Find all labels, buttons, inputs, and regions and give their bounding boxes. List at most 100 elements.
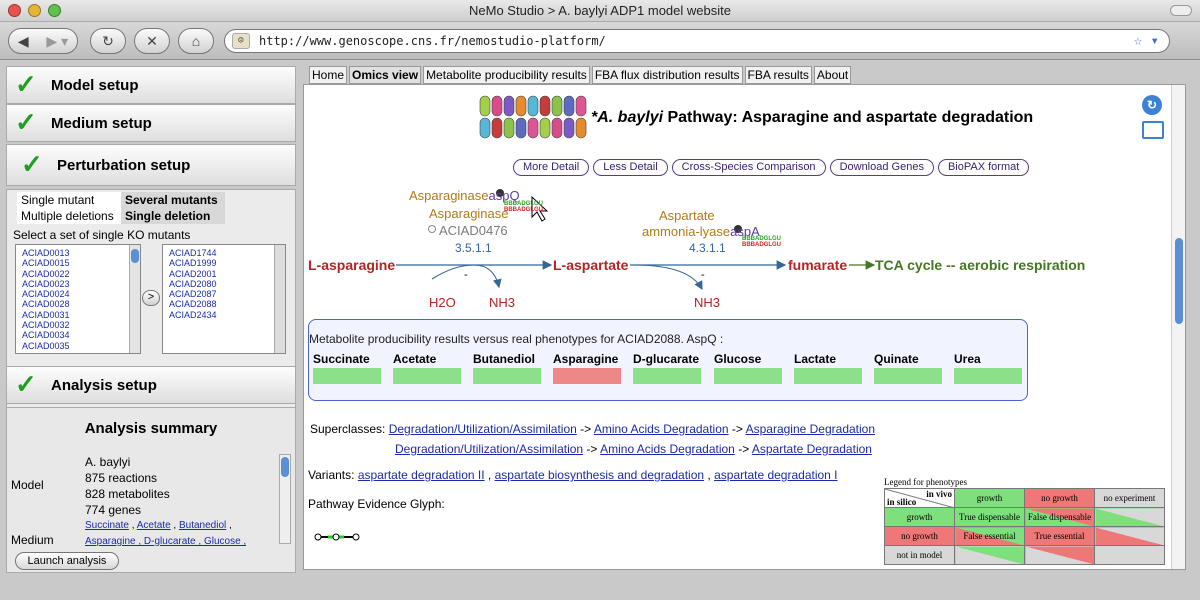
cross-species-button[interactable]: Cross-Species Comparison xyxy=(671,159,826,176)
close-window-button[interactable] xyxy=(8,4,21,17)
mutant-option[interactable]: ACIAD0032 xyxy=(22,320,140,330)
mutant-option[interactable]: ACIAD2088 xyxy=(169,299,285,309)
toolbar-toggle-button[interactable] xyxy=(1170,5,1192,16)
refresh-icon[interactable]: ↻ xyxy=(1142,95,1162,115)
superclass-link[interactable]: Asparagine Degradation xyxy=(746,422,875,436)
metabolite-status-bar[interactable] xyxy=(393,368,461,384)
reload-button[interactable]: ↻ xyxy=(90,28,126,54)
superclass-link[interactable]: Degradation/Utilization/Assimilation xyxy=(395,442,583,456)
bacterium-icon xyxy=(527,95,539,117)
mutant-option[interactable]: ACIAD0015 xyxy=(22,258,140,268)
superclass-link[interactable]: Amino Acids Degradation xyxy=(600,442,735,456)
tab-fba-results[interactable]: FBA results xyxy=(744,66,812,84)
mutant-option[interactable]: ACIAD0022 xyxy=(22,269,140,279)
tab-home[interactable]: Home xyxy=(309,66,348,84)
mutant-option[interactable]: ACIAD2434 xyxy=(169,310,285,320)
tab-fba-flux[interactable]: FBA flux distribution results xyxy=(591,66,743,84)
tab-metabolite-producibility[interactable]: Metabolite producibility results xyxy=(423,66,590,84)
mutant-option[interactable]: ACIAD0031 xyxy=(22,310,140,320)
mutant-option[interactable]: ACIAD0023 xyxy=(22,279,140,289)
bacterium-icon xyxy=(575,95,587,117)
variant-link[interactable]: aspartate degradation II xyxy=(358,468,485,482)
tab-single-mutant[interactable]: Single mutant xyxy=(17,192,121,208)
metabolite-status-bar[interactable] xyxy=(633,368,701,384)
back-arrow-icon[interactable]: ◀ xyxy=(18,33,29,50)
gene-aciad0476[interactable]: ACIAD0476 xyxy=(439,223,508,238)
metabolite-status-bar[interactable] xyxy=(954,368,1022,384)
metabolite-status-bar[interactable] xyxy=(794,368,862,384)
compound-l-asparagine[interactable]: L-asparagine xyxy=(308,257,395,273)
variant-link[interactable]: aspartate biosynthesis and degradation xyxy=(495,468,704,482)
compound-nh3[interactable]: NH3 xyxy=(694,295,720,310)
medium-link[interactable]: Succinate xyxy=(85,520,129,531)
metabolite-status-bar[interactable] xyxy=(473,368,541,384)
selected-mutants-list[interactable]: ACIAD1744 ACIAD1999 ACIAD2001 ACIAD2080 ACIA… xyxy=(162,244,286,354)
ec-number: 4.3.1.1 xyxy=(689,241,726,255)
summary-scroll-thumb[interactable] xyxy=(281,457,289,477)
model-setup-header[interactable]: ✓ Model setup xyxy=(6,66,296,104)
analysis-setup-header[interactable]: ✓ Analysis setup xyxy=(6,366,296,404)
list-scrollbar[interactable] xyxy=(129,245,140,353)
biopax-button[interactable]: BioPAX format xyxy=(937,159,1030,176)
superclass-link[interactable]: Aspartate Degradation xyxy=(752,442,872,456)
summary-scrollbar[interactable] xyxy=(279,454,291,544)
content-scrollbar[interactable] xyxy=(1171,85,1185,569)
compound-fumarate[interactable]: fumarate xyxy=(788,257,847,273)
windows-icon[interactable] xyxy=(1142,121,1164,139)
stop-button[interactable]: ✕ xyxy=(134,28,170,54)
bookmark-star-icon[interactable]: ☆ ▾ xyxy=(1134,30,1159,52)
compound-nh3[interactable]: NH3 xyxy=(489,295,515,310)
metabolite-status-bar[interactable] xyxy=(313,368,381,384)
medium-links-more[interactable]: Asparagine , D-glucarate , Glucose , xyxy=(85,536,246,546)
medium-link[interactable]: Acetate xyxy=(137,520,171,531)
mutant-option[interactable]: ACIAD2001 xyxy=(169,269,285,279)
mutant-option[interactable]: ACIAD2087 xyxy=(169,289,285,299)
mutant-option[interactable]: ACIAD1744 xyxy=(169,248,285,258)
metabolite-name: Butanediol xyxy=(473,352,535,366)
medium-link[interactable]: Butanediol xyxy=(179,520,226,531)
compound-l-aspartate[interactable]: L-aspartate xyxy=(553,257,628,273)
less-detail-button[interactable]: Less Detail xyxy=(593,159,668,176)
download-genes-button[interactable]: Download Genes xyxy=(829,159,934,176)
mutant-option[interactable]: ACIAD1999 xyxy=(169,258,285,268)
tab-single-deletion[interactable]: Single deletion xyxy=(121,208,225,224)
tab-omics-view[interactable]: Omics view xyxy=(349,66,422,84)
list-scrollbar[interactable] xyxy=(274,245,285,353)
home-icon: ⌂ xyxy=(191,33,201,49)
mutant-option[interactable]: ACIAD0034 xyxy=(22,330,140,340)
superclass-link[interactable]: Amino Acids Degradation xyxy=(594,422,729,436)
enzyme-asparaginase-2[interactable]: Asparaginase xyxy=(429,206,509,221)
metabolite-status-bar[interactable] xyxy=(714,368,782,384)
compound-h2o[interactable]: H2O xyxy=(429,295,456,310)
variant-link[interactable]: aspartate degradation I xyxy=(714,468,837,482)
launch-analysis-button[interactable]: Launch analysis xyxy=(15,552,119,570)
tab-several-mutants[interactable]: Several mutants xyxy=(121,192,225,208)
producibility-results-box: Metabolite producibility results versus … xyxy=(308,319,1028,401)
superclass-link[interactable]: Degradation/Utilization/Assimilation xyxy=(389,422,577,436)
pathway-link-tca[interactable]: TCA cycle -- aerobic respiration xyxy=(875,257,1085,273)
forward-arrow-icon[interactable]: ▶ ▾ xyxy=(46,33,68,50)
metabolite-status-bar[interactable] xyxy=(553,368,621,384)
move-right-button[interactable]: > xyxy=(142,290,160,306)
back-forward-buttons[interactable]: ◀ ▶ ▾ xyxy=(8,28,78,54)
medium-setup-header[interactable]: ✓ Medium setup xyxy=(6,104,296,142)
mutant-option[interactable]: ACIAD0028 xyxy=(22,299,140,309)
more-detail-button[interactable]: More Detail xyxy=(513,159,590,176)
mutant-option[interactable]: ACIAD2080 xyxy=(169,279,285,289)
mutant-option[interactable]: ACIAD0024 xyxy=(22,289,140,299)
available-mutants-list[interactable]: ACIAD0013 ACIAD0015 ACIAD0022 ACIAD0023 ACIA… xyxy=(15,244,141,354)
home-button[interactable]: ⌂ xyxy=(178,28,214,54)
tab-multiple-deletions[interactable]: Multiple deletions xyxy=(17,208,121,224)
minimize-window-button[interactable] xyxy=(28,4,41,17)
zoom-window-button[interactable] xyxy=(48,4,61,17)
enzyme-asparaginase[interactable]: AsparaginaseaspQ xyxy=(409,188,520,203)
tab-about[interactable]: About xyxy=(813,66,852,84)
content-scroll-thumb[interactable] xyxy=(1175,238,1183,324)
address-bar[interactable]: ☺ http://www.genoscope.cns.fr/nemostudio… xyxy=(224,29,1170,53)
mutant-option[interactable]: ACIAD0013 xyxy=(22,248,140,258)
metabolite-status-bar[interactable] xyxy=(874,368,942,384)
mutant-option[interactable]: ACIAD0035 xyxy=(22,341,140,351)
perturbation-setup-header[interactable]: ✓ Perturbation setup xyxy=(6,144,296,186)
list-scroll-thumb[interactable] xyxy=(131,249,139,263)
enzyme-aspartate[interactable]: Aspartate xyxy=(659,208,715,223)
